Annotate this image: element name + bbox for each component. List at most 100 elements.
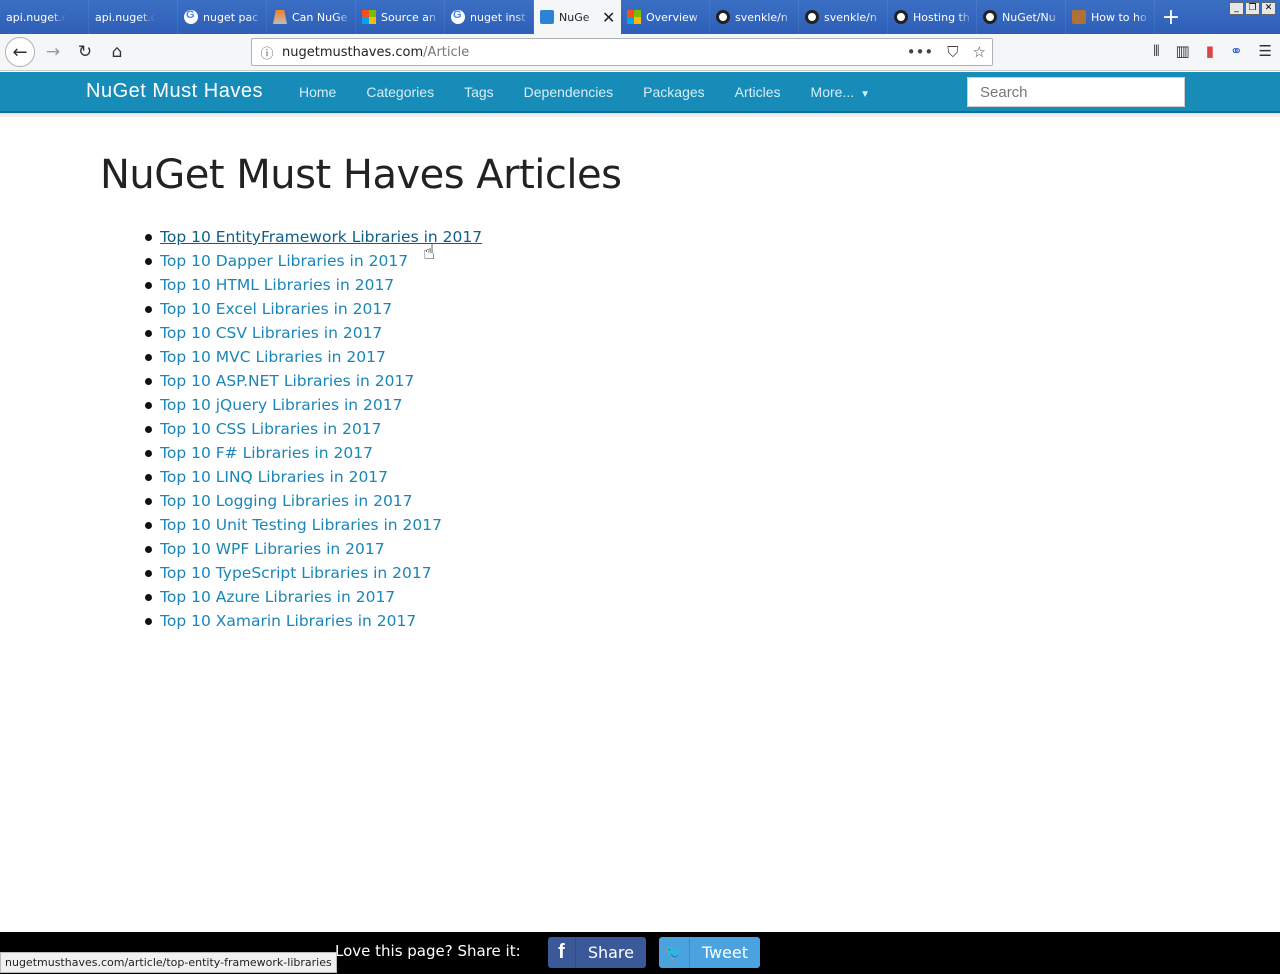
url-domain: nugetmusthaves.com: [282, 44, 424, 60]
browser-tab[interactable]: Source an: [356, 0, 445, 34]
facebook-share-button[interactable]: f Share: [548, 937, 646, 968]
nav-link-tags[interactable]: Tags: [464, 84, 494, 100]
hand-cursor-icon: ☝: [423, 240, 436, 264]
microsoft-icon: [627, 10, 641, 24]
twitter-tweet-label: Tweet: [701, 943, 748, 962]
stackoverflow-icon: [273, 10, 287, 24]
bookmark-star-icon[interactable]: ☆: [973, 43, 986, 61]
restore-button[interactable]: ❐: [1245, 2, 1260, 15]
tab-title: Overview: [646, 10, 698, 24]
list-item: Top 10 Logging Libraries in 2017: [144, 490, 482, 514]
article-link[interactable]: Top 10 MVC Libraries in 2017: [160, 348, 386, 366]
microsoft-icon: [362, 10, 376, 24]
article-link[interactable]: Top 10 Excel Libraries in 2017: [160, 300, 392, 318]
nav-link-articles[interactable]: Articles: [735, 84, 781, 100]
reload-button[interactable]: ↻: [70, 37, 100, 67]
arrow-left-icon: ←: [12, 41, 28, 63]
header-shadow: [0, 113, 1280, 119]
page-actions-icon[interactable]: •••: [907, 43, 934, 61]
forward-button[interactable]: →: [38, 37, 68, 67]
tab-title: Source an: [381, 10, 436, 24]
back-button[interactable]: ←: [5, 37, 35, 67]
list-item: Top 10 Unit Testing Libraries in 2017: [144, 514, 482, 538]
browser-tab[interactable]: svenkle/n: [799, 0, 888, 34]
nav-link-packages[interactable]: Packages: [643, 84, 704, 100]
article-link[interactable]: Top 10 Azure Libraries in 2017: [160, 588, 395, 606]
list-item: Top 10 TypeScript Libraries in 2017: [144, 562, 482, 586]
extension-link-icon[interactable]: ⚭: [1230, 42, 1243, 60]
nav-link-dependencies[interactable]: Dependencies: [524, 84, 614, 100]
caret-down-icon: ▼: [860, 89, 871, 100]
tab-title: nuget pac: [203, 10, 259, 24]
home-icon: ⌂: [111, 42, 123, 62]
browser-tab[interactable]: Hosting th: [888, 0, 977, 34]
browser-tab[interactable]: Can NuGe: [267, 0, 356, 34]
article-link[interactable]: Top 10 CSS Libraries in 2017: [160, 420, 382, 438]
nugetmusthaves-icon: [540, 10, 554, 24]
tab-title: NuGet/Nu: [1002, 10, 1056, 24]
url-path: /Article: [423, 44, 470, 60]
github-icon: [716, 10, 730, 24]
tab-list: api.nuget.org/api.nuget.org/nuget pac Can…: [0, 0, 1155, 34]
article-link[interactable]: Top 10 ASP.NET Libraries in 2017: [160, 372, 414, 390]
article-link[interactable]: Top 10 Unit Testing Libraries in 2017: [160, 516, 442, 534]
sidebar-icon[interactable]: ▥: [1176, 42, 1190, 60]
article-link[interactable]: Top 10 F# Libraries in 2017: [160, 444, 373, 462]
pocket-icon[interactable]: ⛉: [947, 43, 958, 61]
browser-tab[interactable]: nuget pac: [178, 0, 267, 34]
browser-tab-strip: api.nuget.org/api.nuget.org/nuget pac Can…: [0, 0, 1280, 34]
browser-tab[interactable]: svenkle/n: [710, 0, 799, 34]
arrow-right-icon: →: [45, 42, 61, 62]
nav-link-categories[interactable]: Categories: [366, 84, 434, 100]
article-link[interactable]: Top 10 Logging Libraries in 2017: [160, 492, 413, 510]
close-tab-icon[interactable]: ✕: [602, 8, 615, 27]
article-link[interactable]: Top 10 jQuery Libraries in 2017: [160, 396, 402, 414]
browser-tab[interactable]: nuget inst: [445, 0, 534, 34]
list-item: Top 10 LINQ Libraries in 2017: [144, 466, 482, 490]
new-tab-button[interactable]: +: [1155, 0, 1187, 34]
list-item: Top 10 Excel Libraries in 2017: [144, 298, 482, 322]
site-nav: Home Categories Tags Dependencies Packages Ar…: [299, 84, 870, 100]
nav-link-label: Tags: [464, 84, 494, 100]
article-link[interactable]: Top 10 Dapper Libraries in 2017: [160, 252, 408, 270]
article-link[interactable]: Top 10 TypeScript Libraries in 2017: [160, 564, 432, 582]
facebook-icon: f: [548, 937, 576, 968]
extension-icon[interactable]: ▮: [1206, 42, 1214, 60]
menu-icon[interactable]: ☰: [1259, 42, 1272, 60]
tab-title: Can NuGe: [292, 10, 348, 24]
article-link[interactable]: Top 10 WPF Libraries in 2017: [160, 540, 385, 558]
browser-tab[interactable]: NuGe ✕: [534, 0, 621, 34]
user-avatar-icon: [1072, 10, 1086, 24]
site-info-icon[interactable]: ⓘ: [252, 43, 282, 62]
article-link[interactable]: Top 10 Xamarin Libraries in 2017: [160, 612, 416, 630]
nav-link-more[interactable]: More... ▼: [811, 84, 870, 100]
list-item: Top 10 ASP.NET Libraries in 2017: [144, 370, 482, 394]
browser-tab[interactable]: api.nuget.org/: [89, 0, 178, 34]
article-link[interactable]: Top 10 LINQ Libraries in 2017: [160, 468, 388, 486]
minimize-button[interactable]: _: [1229, 2, 1244, 15]
nav-link-home[interactable]: Home: [299, 84, 336, 100]
twitter-tweet-button[interactable]: 🐦 Tweet: [659, 937, 760, 968]
github-icon: [805, 10, 819, 24]
tab-title: svenkle/n: [824, 10, 877, 24]
close-window-button[interactable]: ✕: [1261, 2, 1276, 15]
tab-title: Hosting th: [913, 10, 970, 24]
tab-title: NuGe: [559, 10, 590, 24]
nav-link-label: Categories: [366, 84, 435, 100]
library-icon[interactable]: ⫴: [1153, 42, 1159, 60]
browser-tab[interactable]: How to ho: [1066, 0, 1155, 34]
site-brand[interactable]: NuGet Must Haves: [86, 80, 263, 103]
article-link[interactable]: Top 10 HTML Libraries in 2017: [160, 276, 394, 294]
browser-tab[interactable]: NuGet/Nu: [977, 0, 1066, 34]
list-item: Top 10 Xamarin Libraries in 2017: [144, 610, 482, 634]
article-link[interactable]: Top 10 CSV Libraries in 2017: [160, 324, 382, 342]
browser-tab[interactable]: api.nuget.org/: [0, 0, 89, 34]
tab-title: api.nuget.org/: [95, 10, 155, 24]
search-input[interactable]: [967, 77, 1185, 107]
nav-link-label: Articles: [734, 84, 781, 100]
nav-link-label: Dependencies: [523, 84, 614, 100]
url-bar[interactable]: ⓘ nugetmusthaves.com/Article ••• ⛉ ☆: [251, 38, 993, 66]
home-button[interactable]: ⌂: [102, 37, 132, 67]
list-item: Top 10 MVC Libraries in 2017: [144, 346, 482, 370]
browser-tab[interactable]: Overview: [621, 0, 710, 34]
